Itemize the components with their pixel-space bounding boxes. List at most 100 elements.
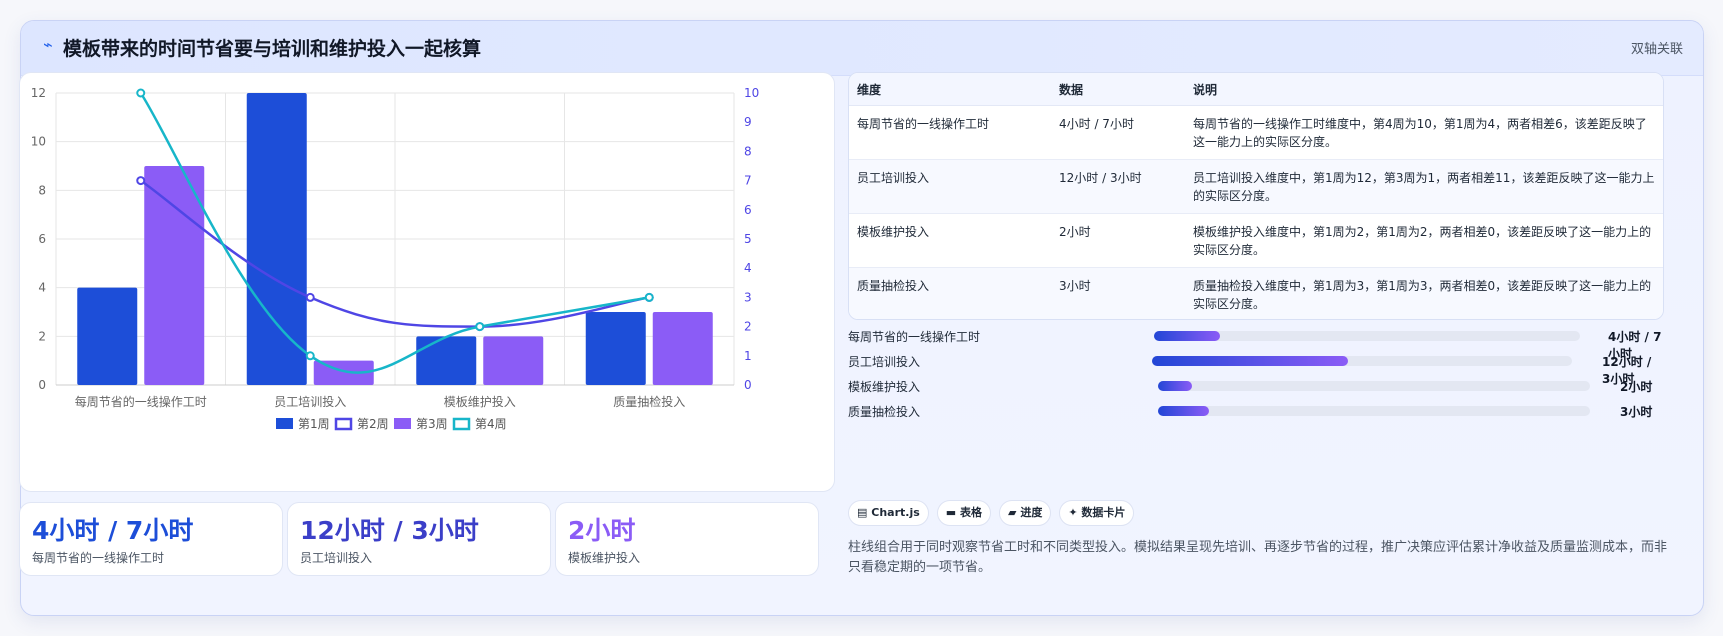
progress-label: 每周节省的一线操作工时 bbox=[848, 330, 981, 344]
card-title: 模板带来的时间节省要与培训和维护投入一起核算 bbox=[63, 38, 482, 60]
x-tick-label: 员工培训投入 bbox=[274, 394, 346, 409]
y-right-tick-label: 2 bbox=[744, 320, 752, 334]
progress-fill bbox=[1158, 381, 1192, 391]
stat-card-2: 12小时 / 3小时 员工培训投入 bbox=[287, 502, 551, 576]
data-card-pill[interactable]: ✦ 数据卡片 bbox=[1059, 500, 1135, 526]
y-right-tick-label: 1 bbox=[744, 349, 752, 363]
y-right-tick-label: 6 bbox=[744, 203, 752, 217]
y-right-tick-label: 7 bbox=[744, 174, 752, 188]
dual-axis-tag: 双轴关联 bbox=[1630, 42, 1683, 57]
y-left-tick-label: 6 bbox=[38, 232, 46, 246]
progress-row: 员工培训投入 12小时 / 3小时 bbox=[848, 353, 1662, 386]
col-header-data: 数据 bbox=[1051, 73, 1185, 106]
stat-value: 2小时 bbox=[568, 516, 636, 545]
pill-label: 数据卡片 bbox=[1081, 506, 1126, 519]
data-table: 维度 数据 说明 每周节省的一线操作工时 4小时 / 7小时 每周节省的一线操作… bbox=[848, 72, 1664, 320]
stat-card-3: 2小时 模板维护投入 bbox=[555, 502, 819, 576]
cell-data: 12小时 / 3小时 bbox=[1051, 159, 1185, 214]
legend-label: 第1周 bbox=[298, 417, 330, 431]
stat-value: 12小时 / 3小时 bbox=[300, 516, 479, 545]
progress-label: 模板维护投入 bbox=[848, 380, 921, 394]
view-pill-group: ▤ Chart.js ▬ 表格 ▰ 进度 ✦ 数据卡片 bbox=[848, 500, 1142, 526]
cell-desc: 模板维护投入维度中，第1周为2，第1周为2，两者相差0，该差距反映了这一能力上的… bbox=[1185, 213, 1663, 268]
legend-swatch bbox=[334, 417, 353, 431]
stat-value: 4小时 / 7小时 bbox=[32, 516, 194, 545]
line-point bbox=[136, 176, 146, 186]
cell-data: 4小时 / 7小时 bbox=[1051, 105, 1185, 160]
progress-track bbox=[1158, 406, 1590, 416]
table-row: 质量抽检投入 3小时 质量抽检投入维度中，第1周为3，第1周为3，两者相差0，该… bbox=[849, 267, 1663, 319]
y-right-tick-label: 0 bbox=[744, 378, 752, 392]
line-point bbox=[136, 88, 146, 98]
x-tick-label: 每周节省的一线操作工时 bbox=[75, 394, 207, 409]
bar bbox=[77, 287, 138, 385]
chart-note: 柱线组合用于同时观察节省工时和不同类型投入。模拟结果呈现先培训、再逐步节省的过程… bbox=[848, 540, 1668, 575]
y-left-tick-label: 12 bbox=[31, 86, 46, 100]
combo-chart: 0 2 4 6 8 10 12 0 1 2 3 4 5 6 7 8 9 10 每周节省的一线操作工时 员工培训投入 模板… bbox=[19, 72, 835, 492]
bar bbox=[416, 336, 477, 385]
legend-swatch bbox=[276, 418, 293, 429]
stat-card-1: 4小时 / 7小时 每周节省的一线操作工时 bbox=[19, 502, 283, 576]
progress-row: 质量抽检投入 3小时 bbox=[848, 403, 1662, 419]
bolt-icon: ⌁ bbox=[43, 35, 53, 54]
card-icon: ✦ bbox=[1068, 506, 1078, 519]
legend-label: 第2周 bbox=[357, 417, 389, 431]
cell-dimension: 模板维护投入 bbox=[849, 213, 1051, 268]
bar bbox=[483, 336, 544, 385]
line-point bbox=[305, 351, 315, 361]
legend-label: 第3周 bbox=[416, 417, 448, 431]
table-pill[interactable]: ▬ 表格 bbox=[936, 500, 992, 526]
cell-dimension: 质量抽检投入 bbox=[849, 267, 1051, 319]
cell-data: 3小时 bbox=[1051, 267, 1185, 319]
progress-fill bbox=[1158, 406, 1209, 416]
progress-row: 模板维护投入 2小时 bbox=[848, 378, 1662, 394]
progress-track bbox=[1154, 331, 1580, 341]
cell-desc: 质量抽检投入维度中，第1周为3，第1周为3，两者相差0，该差距反映了这一能力上的… bbox=[1185, 267, 1663, 319]
table-icon: ▬ bbox=[945, 506, 957, 519]
progress-fill bbox=[1152, 356, 1348, 366]
y-right-tick-label: 8 bbox=[744, 144, 752, 158]
col-header-dimension: 维度 bbox=[849, 73, 1051, 106]
progress-track bbox=[1152, 356, 1572, 366]
pill-label: Chart.js bbox=[871, 506, 920, 519]
table-row: 每周节省的一线操作工时 4小时 / 7小时 每周节省的一线操作工时维度中，第4周… bbox=[849, 105, 1663, 160]
line-point bbox=[305, 292, 315, 302]
bar bbox=[652, 312, 713, 385]
y-left-tick-label: 2 bbox=[38, 329, 46, 343]
card-header: ⌁ 模板带来的时间节省要与培训和维护投入一起核算 双轴关联 bbox=[21, 21, 1703, 76]
y-right-tick-label: 3 bbox=[744, 290, 752, 304]
table-row: 模板维护投入 2小时 模板维护投入维度中，第1周为2，第1周为2，两者相差0，该… bbox=[849, 213, 1663, 268]
cell-desc: 每周节省的一线操作工时维度中，第4周为10，第1周为4，两者相差6，该差距反映了… bbox=[1185, 105, 1663, 160]
chart-icon: ▤ bbox=[857, 506, 868, 519]
stat-label: 模板维护投入 bbox=[568, 551, 641, 565]
legend-swatch bbox=[394, 418, 411, 429]
chartjs-pill[interactable]: ▤ Chart.js bbox=[848, 500, 929, 526]
progress-row: 每周节省的一线操作工时 4小时 / 7小时 bbox=[848, 328, 1662, 361]
x-tick-label: 质量抽检投入 bbox=[613, 394, 685, 409]
progress-fill bbox=[1154, 331, 1221, 341]
y-right-tick-label: 10 bbox=[744, 86, 759, 100]
pill-label: 进度 bbox=[1020, 506, 1043, 519]
col-header-desc: 说明 bbox=[1185, 73, 1663, 106]
stat-label: 每周节省的一线操作工时 bbox=[32, 551, 165, 565]
legend-swatch bbox=[452, 417, 471, 431]
line-point bbox=[644, 292, 654, 302]
progress-pill[interactable]: ▰ 进度 bbox=[999, 500, 1052, 526]
stat-label: 员工培训投入 bbox=[300, 551, 373, 565]
y-left-tick-label: 10 bbox=[31, 135, 46, 149]
bar bbox=[585, 312, 646, 385]
progress-label: 质量抽检投入 bbox=[848, 405, 921, 419]
y-left-tick-label: 0 bbox=[38, 378, 46, 392]
y-right-tick-label: 5 bbox=[744, 232, 752, 246]
cell-dimension: 每周节省的一线操作工时 bbox=[849, 105, 1051, 160]
cell-dimension: 员工培训投入 bbox=[849, 159, 1051, 214]
pill-label: 表格 bbox=[960, 506, 983, 519]
progress-value: 2小时 bbox=[1620, 380, 1653, 394]
y-right-tick-label: 4 bbox=[744, 261, 752, 275]
progress-icon: ▰ bbox=[1008, 506, 1017, 519]
table-row: 员工培训投入 12小时 / 3小时 员工培训投入维度中，第1周为12，第3周为1… bbox=[849, 159, 1663, 214]
y-right-tick-label: 9 bbox=[744, 115, 752, 129]
legend-label: 第4周 bbox=[475, 417, 507, 431]
progress-label: 员工培训投入 bbox=[848, 355, 921, 369]
chart-svg: 024681012012345678910每周节省的一线操作工时 员工培训投入 模板… bbox=[31, 86, 760, 431]
